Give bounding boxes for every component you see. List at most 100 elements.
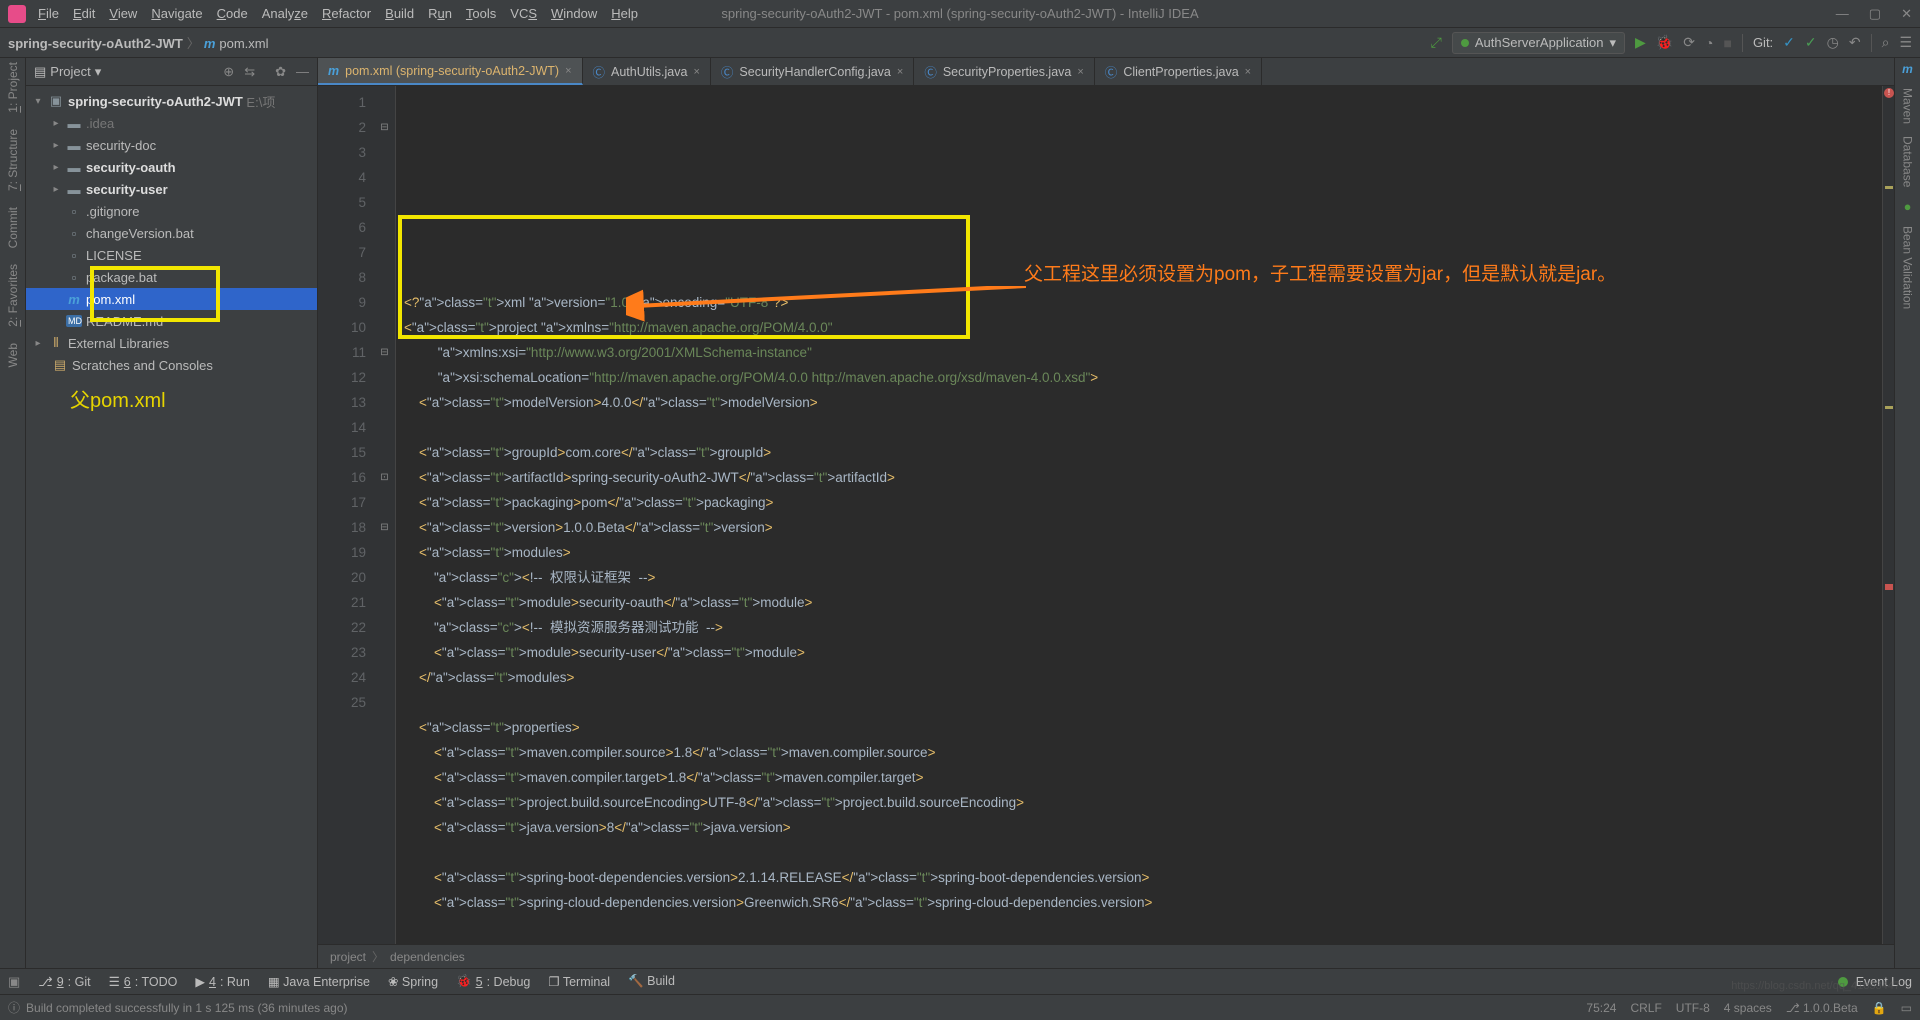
tw-spring[interactable]: ❀ Spring [388,974,438,989]
rail-favorites[interactable]: 2: Favorites [6,264,20,327]
menu-window[interactable]: Window [551,6,597,21]
tab-ClientProperties-java[interactable]: ⒸClientProperties.java× [1095,58,1262,85]
tool-window-bar: ▣ ⎇ 9: Git ☰ 6: TODO ▶ 4: Run ▦ Java Enterp… [0,968,1920,994]
tree-item--gitignore[interactable]: ▫.gitignore [26,200,317,222]
git-history-icon[interactable]: ◷ [1827,34,1839,51]
right-tool-rail: m Maven Database ● Bean Validation [1894,58,1920,968]
tab-SecurityHandlerConfig-java[interactable]: ⒸSecurityHandlerConfig.java× [711,58,914,85]
close-icon[interactable]: ✕ [1901,6,1912,22]
menu-file[interactable]: File [38,6,59,21]
menu-refactor[interactable]: Refactor [322,6,371,21]
menu-run[interactable]: Run [428,6,452,21]
run-icon[interactable]: ▶ [1635,34,1646,51]
fold-column[interactable]: ⊟⊟⊡⊟ [374,86,396,944]
status-line-sep[interactable]: CRLF [1630,1001,1661,1015]
settings-icon[interactable]: ☰ [1899,34,1912,51]
build-icon[interactable]: ⤢ [1431,34,1442,51]
status-indent[interactable]: 4 spaces [1724,1001,1772,1015]
tw-toggle-icon[interactable]: ▣ [8,974,20,990]
tab-close-icon[interactable]: × [1077,66,1083,78]
tree-item-changeVersion-bat[interactable]: ▫changeVersion.bat [26,222,317,244]
tree-item-package-bat[interactable]: ▫package.bat [26,266,317,288]
tree-item-security-user[interactable]: ▸▬security-user [26,178,317,200]
debug-icon[interactable]: 🐞 [1656,34,1673,51]
git-label: Git: [1753,35,1773,50]
tree-item--idea[interactable]: ▸▬.idea [26,112,317,134]
status-caret-pos[interactable]: 75:24 [1586,1001,1616,1015]
tab-close-icon[interactable]: × [565,65,571,77]
editor-breadcrumbs[interactable]: project〉dependencies [318,944,1894,968]
tab-SecurityProperties-java[interactable]: ⒸSecurityProperties.java× [914,58,1094,85]
menu-build[interactable]: Build [385,6,414,21]
tw-git[interactable]: ⎇ 9: Git [38,974,90,989]
tab-close-icon[interactable]: × [897,66,903,78]
expand-icon[interactable]: ⇆ [244,64,255,80]
menu-analyze[interactable]: Analyze [262,6,308,21]
menu-code[interactable]: Code [217,6,248,21]
stop-icon[interactable]: ■ [1723,35,1731,51]
status-encoding[interactable]: UTF-8 [1676,1001,1710,1015]
profile-icon[interactable]: ◔ [1705,35,1713,51]
tree-item-README-md[interactable]: MDREADME.md [26,310,317,332]
tw-run[interactable]: ▶ 4: Run [195,974,249,989]
rail-maven-icon[interactable]: m [1902,62,1913,76]
rail-structure[interactable]: 7: Structure [6,129,20,191]
minimize-icon[interactable]: ― [1836,6,1849,22]
status-git-branch[interactable]: ⎇ 1.0.0.Beta [1786,1001,1858,1015]
search-icon[interactable]: ⌕ [1882,34,1890,51]
run-config-selector[interactable]: AuthServerApplication ▾ [1452,32,1625,54]
git-commit-icon[interactable]: ✓ [1805,34,1817,51]
menu-edit[interactable]: Edit [73,6,95,21]
project-tool-window: ▤ Project ▾ ⊕ ⇆ ✿ — ▾▣spring-security-oA… [26,58,318,968]
breadcrumb[interactable]: spring-security-oAuth2-JWT〉mpom.xml [8,33,269,52]
rail-web[interactable]: Web [6,343,20,367]
code-editor[interactable]: 父工程这里必须设置为pom，子工程需要设置为jar，但是默认就是jar。 <?"… [396,86,1882,944]
annotation-text: 父工程这里必须设置为pom，子工程需要设置为jar，但是默认就是jar。 [1024,262,1504,288]
locate-icon[interactable]: ⊕ [223,64,234,80]
rail-project[interactable]: 1: Project [6,62,20,113]
menu-navigate[interactable]: Navigate [151,6,202,21]
menu-vcs[interactable]: VCS [510,6,537,21]
tree-settings-icon[interactable]: ✿ [275,64,286,80]
status-bar: ⓘ Build completed successfully in 1 s 12… [0,994,1920,1020]
tree-external-libs[interactable]: ▸⫴External Libraries [26,332,317,354]
editor-area: mpom.xml (spring-security-oAuth2-JWT)×ⒸA… [318,58,1894,968]
tab-close-icon[interactable]: × [1245,66,1251,78]
tab-pom-xml-spring-security-oAuth2-JWT-[interactable]: mpom.xml (spring-security-oAuth2-JWT)× [318,58,583,85]
rail-database[interactable]: Database [1901,136,1915,187]
project-tree[interactable]: ▾▣spring-security-oAuth2-JWT E:\项 ▸▬.ide… [26,86,317,968]
inspection-indicator-icon[interactable]: ! [1884,88,1894,98]
memory-icon[interactable]: ▭ [1901,1001,1912,1015]
rail-maven[interactable]: Maven [1901,88,1915,124]
hide-icon[interactable]: — [296,64,309,80]
rail-bean-validation[interactable]: Bean Validation [1901,226,1915,309]
maximize-icon[interactable]: ▢ [1869,6,1881,22]
window-title: spring-security-oAuth2-JWT - pom.xml (sp… [721,6,1198,21]
tw-debug[interactable]: 🐞 5: Debug [456,974,530,989]
menu-view[interactable]: View [109,6,137,21]
tree-scratches[interactable]: ▤Scratches and Consoles [26,354,317,376]
tree-item-security-doc[interactable]: ▸▬security-doc [26,134,317,156]
lock-icon[interactable]: 🔒 [1872,1001,1887,1015]
nav-toolbar: spring-security-oAuth2-JWT〉mpom.xml ⤢ Au… [0,28,1920,58]
chevron-down-icon: ▾ [1610,35,1617,51]
error-stripe[interactable]: ! [1882,86,1894,944]
menu-tools[interactable]: Tools [466,6,496,21]
gutter[interactable]: 1234567891011121314151617181920212223242… [318,86,374,944]
tw-java-enterprise[interactable]: ▦ Java Enterprise [268,974,370,989]
tab-AuthUtils-java[interactable]: ⒸAuthUtils.java× [583,58,711,85]
tw-todo[interactable]: ☰ 6: TODO [109,974,178,989]
tw-build[interactable]: 🔨 Build [628,974,675,989]
tree-item-security-oauth[interactable]: ▸▬security-oauth [26,156,317,178]
project-view-selector[interactable]: ▤ Project ▾ [34,64,101,80]
rail-commit[interactable]: Commit [6,207,20,248]
git-revert-icon[interactable]: ↶ [1849,34,1861,51]
coverage-icon[interactable]: ⟳ [1683,34,1695,51]
tw-terminal[interactable]: ❐ Terminal [548,974,610,989]
tree-root[interactable]: ▾▣spring-security-oAuth2-JWT E:\项 [26,90,317,112]
tree-item-LICENSE[interactable]: ▫LICENSE [26,244,317,266]
tab-close-icon[interactable]: × [693,66,699,78]
tree-item-pom-xml[interactable]: mpom.xml [26,288,317,310]
git-update-icon[interactable]: ✓ [1783,34,1795,51]
menu-help[interactable]: Help [611,6,638,21]
